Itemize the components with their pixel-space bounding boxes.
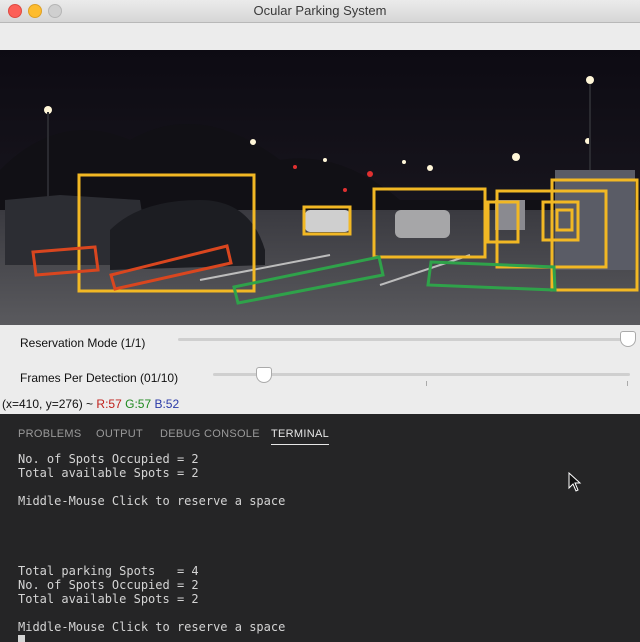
mouse-pointer-icon <box>568 472 582 492</box>
window-toolbar <box>0 23 640 49</box>
green-value: G:57 <box>125 397 152 411</box>
tab-problems[interactable]: PROBLEMS <box>18 428 82 440</box>
slider-tick <box>627 381 628 386</box>
panel-tabs: PROBLEMS OUTPUT DEBUG CONSOLE TERMINAL <box>0 414 640 454</box>
parking-video-frame[interactable] <box>0 50 640 325</box>
reservation-mode-label: Reservation Mode (1/1) <box>20 336 146 350</box>
frames-per-detection-track[interactable] <box>213 373 630 376</box>
tab-terminal[interactable]: TERMINAL <box>271 428 330 445</box>
parking-scene <box>0 50 640 325</box>
window-title: Ocular Parking System <box>253 3 387 18</box>
reservation-mode-slider[interactable] <box>620 331 636 347</box>
reservation-mode-track[interactable] <box>178 338 630 341</box>
controls-area: Reservation Mode (1/1) Frames Per Detect… <box>0 325 640 414</box>
title-bar: Ocular Parking System <box>0 0 640 23</box>
terminal-output[interactable]: No. of Spots Occupied = 2 Total availabl… <box>18 452 285 634</box>
tab-debug-console[interactable]: DEBUG CONSOLE <box>160 428 260 440</box>
tab-output[interactable]: OUTPUT <box>96 428 143 440</box>
frames-per-detection-slider[interactable] <box>256 367 272 383</box>
blue-value: B:52 <box>154 397 180 411</box>
slider-tick <box>426 381 427 386</box>
frames-per-detection-label: Frames Per Detection (01/10) <box>20 371 179 385</box>
pixel-readout: (x=410, y=276) ~ R:57 G:57 B:52 <box>2 397 179 411</box>
vscode-panel: PROBLEMS OUTPUT DEBUG CONSOLE TERMINAL N… <box>0 414 640 642</box>
terminal-cursor <box>18 635 25 642</box>
app-window: Ocular Parking System Reservation Mode (… <box>0 0 640 414</box>
red-value: R:57 <box>96 397 122 411</box>
coords-text: (x=410, y=276) ~ <box>2 397 97 411</box>
